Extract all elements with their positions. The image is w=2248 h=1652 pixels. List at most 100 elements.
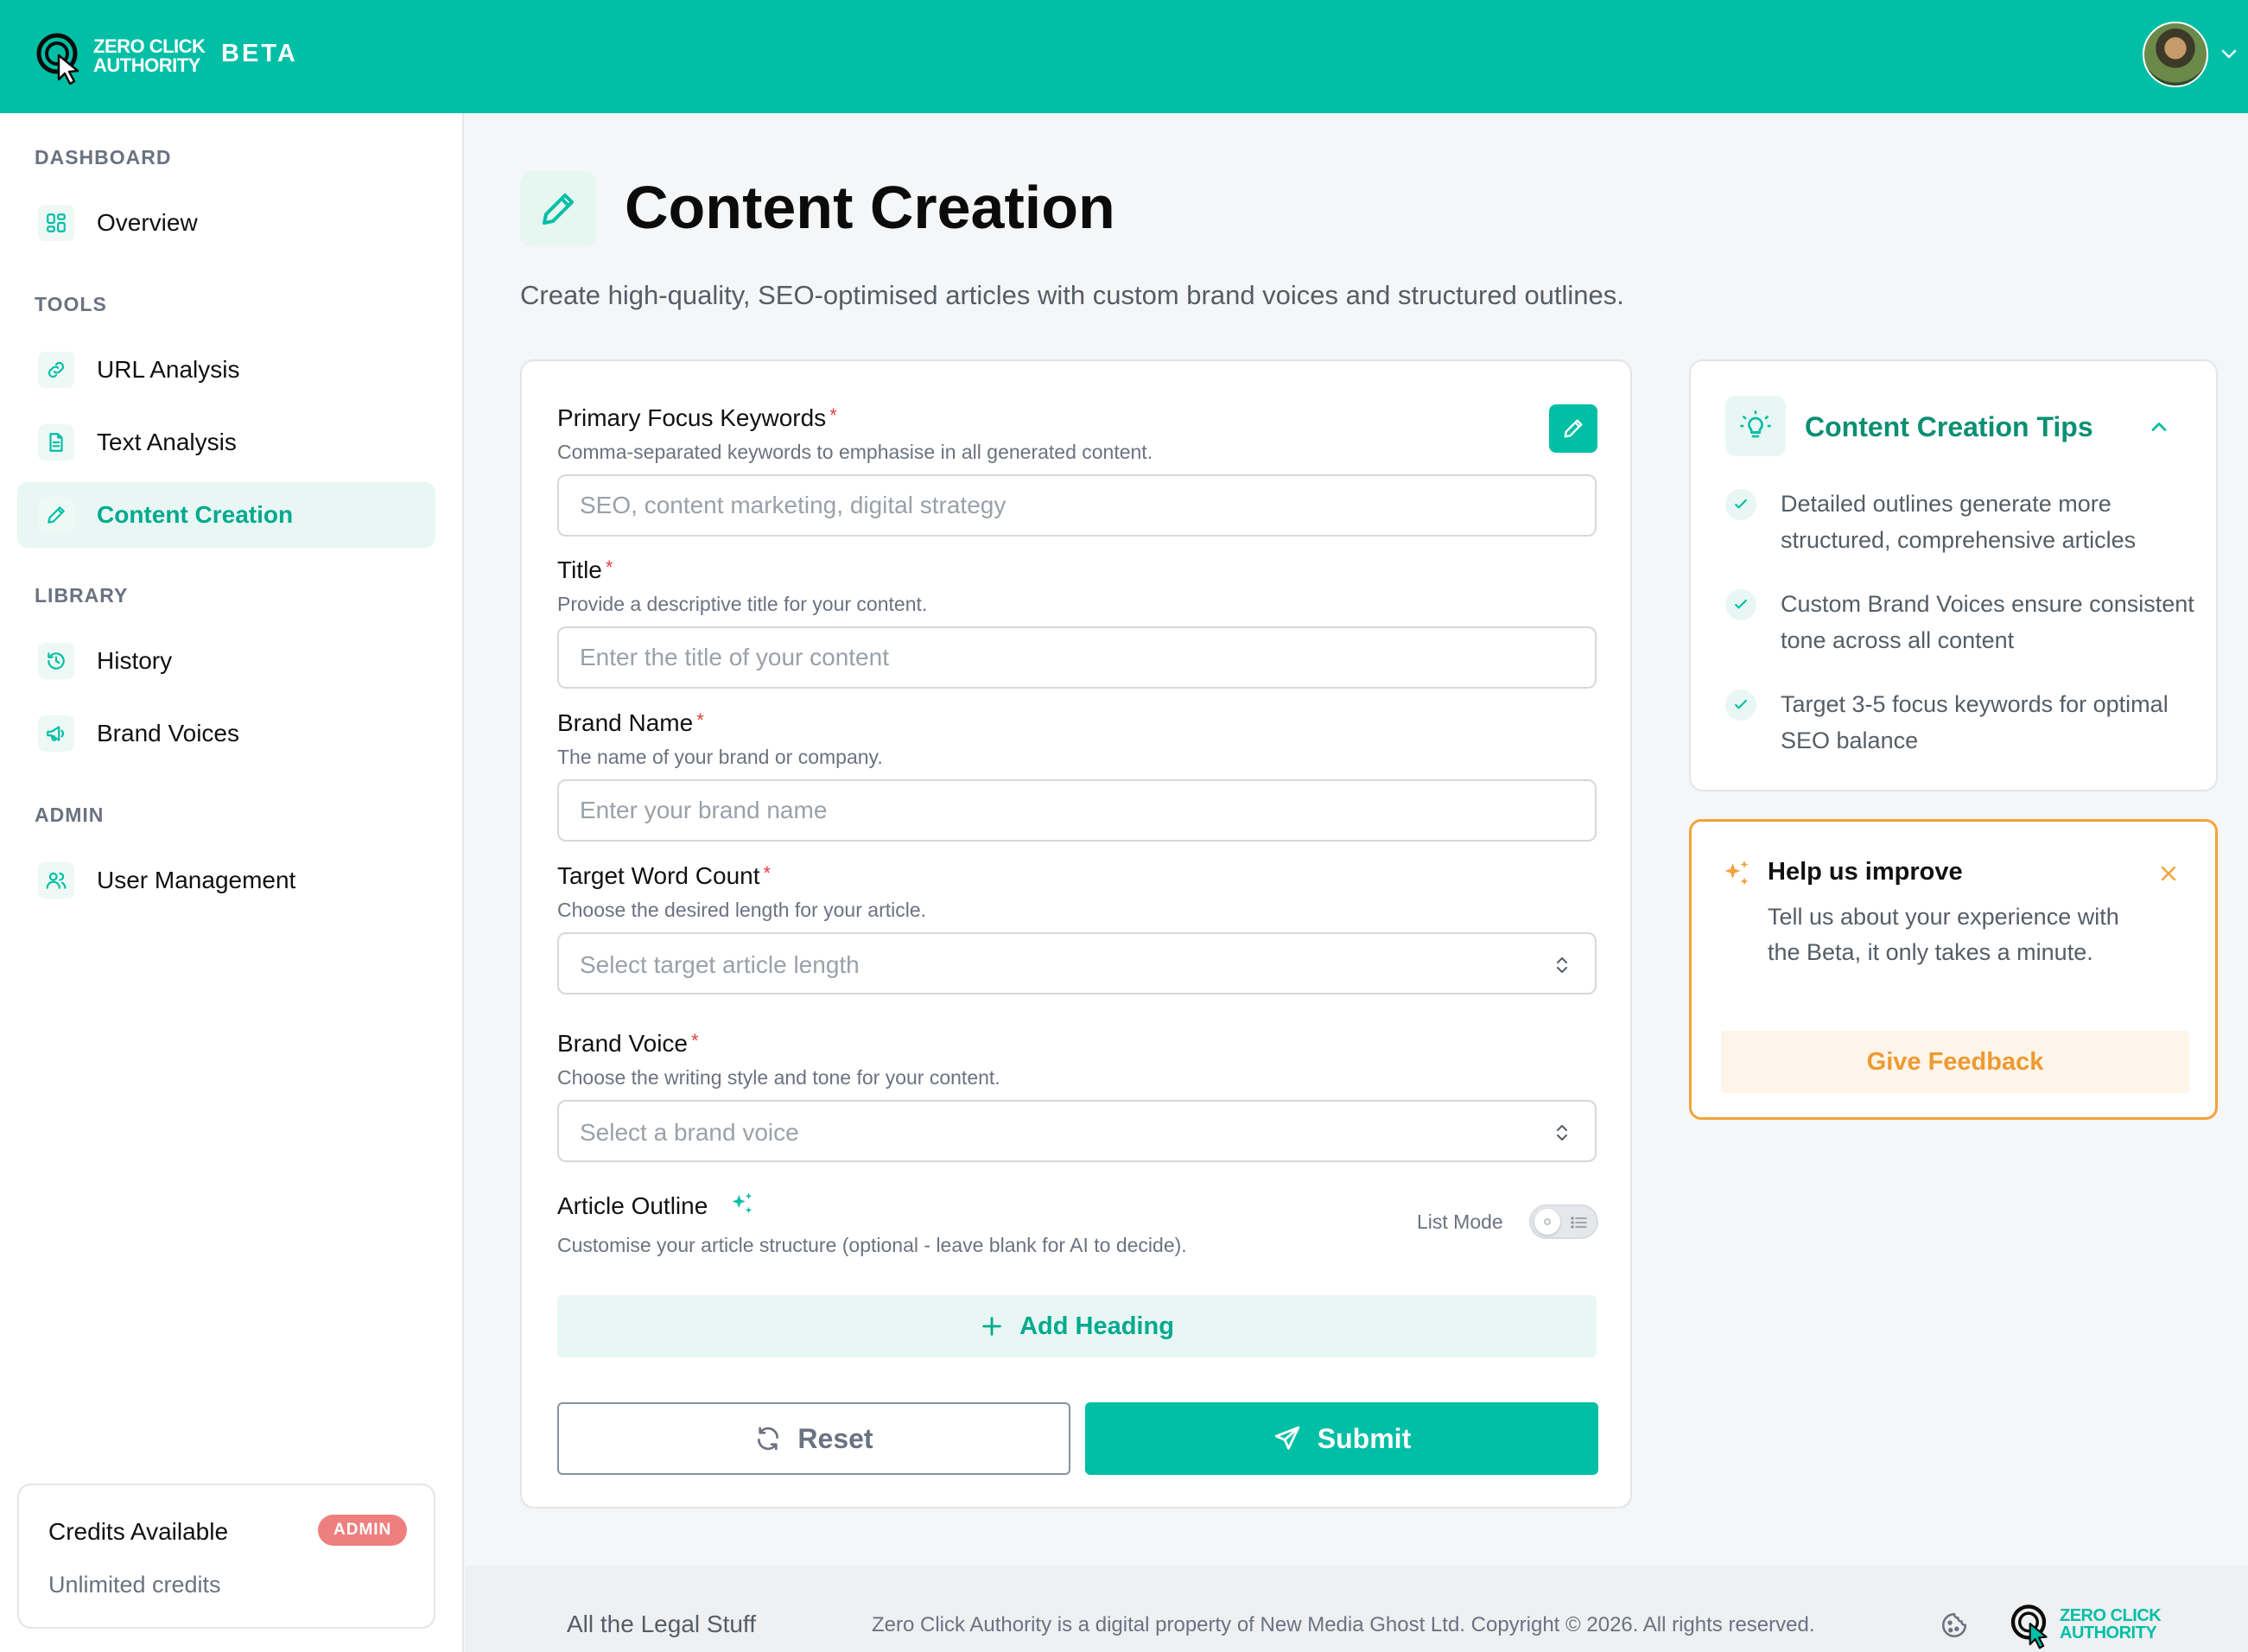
chevron-up-icon[interactable] bbox=[2147, 415, 2171, 439]
sparkle-icon bbox=[732, 1192, 753, 1214]
footer-logo-wordmark: ZERO CLICK AUTHORITY bbox=[2060, 1606, 2162, 1642]
brand-name-label-text: Brand Name bbox=[557, 709, 694, 736]
link-icon bbox=[38, 352, 74, 388]
section-label-tools: TOOLS bbox=[35, 293, 107, 315]
brand-voice-placeholder: Select a brand voice bbox=[580, 1119, 799, 1146]
word-count-help: Choose the desired length for your artic… bbox=[557, 899, 927, 921]
sidebar-item-label: URL Analysis bbox=[97, 356, 240, 383]
check-icon bbox=[1725, 489, 1756, 520]
tip-text: Custom Brand Voices ensure consistent to… bbox=[1781, 591, 2194, 653]
sidebar-item-content-creation[interactable]: Content Creation bbox=[17, 482, 435, 548]
list-mode-label: List Mode bbox=[1417, 1210, 1503, 1233]
brand-name-label: Brand Name * bbox=[557, 709, 704, 737]
word-count-placeholder: Select target article length bbox=[580, 951, 860, 978]
section-label-library: LIBRARY bbox=[35, 584, 129, 607]
brand-voice-label-text: Brand Voice bbox=[557, 1030, 688, 1057]
list-mode-toggle[interactable] bbox=[1529, 1204, 1598, 1239]
check-icon bbox=[1725, 689, 1756, 721]
brand-voice-select[interactable]: Select a brand voice bbox=[557, 1100, 1597, 1162]
logo-line-2: AUTHORITY bbox=[93, 54, 200, 76]
sidebar-item-history[interactable]: History bbox=[17, 628, 435, 694]
keywords-input[interactable] bbox=[557, 474, 1597, 537]
tips-card: Content Creation Tips Detailed outlines … bbox=[1689, 359, 2218, 791]
sidebar-item-label: History bbox=[97, 647, 173, 674]
give-feedback-button[interactable]: Give Feedback bbox=[1721, 1031, 2189, 1093]
word-count-label: Target Word Count * bbox=[557, 862, 771, 890]
title-help: Provide a descriptive title for your con… bbox=[557, 593, 928, 615]
sidebar-item-label: Brand Voices bbox=[97, 720, 239, 747]
tip-text: Detailed outlines generate more structur… bbox=[1781, 491, 2137, 553]
brand-name-help: The name of your brand or company. bbox=[557, 746, 883, 768]
user-avatar[interactable] bbox=[2143, 22, 2208, 87]
reset-button[interactable]: Reset bbox=[557, 1402, 1070, 1475]
edit-keywords-button[interactable] bbox=[1549, 404, 1597, 453]
pencil-icon bbox=[38, 497, 74, 533]
history-icon bbox=[38, 643, 74, 679]
sidebar-item-label: Overview bbox=[97, 209, 198, 236]
megaphone-icon bbox=[38, 715, 74, 752]
keywords-label: Primary Focus Keywords * bbox=[557, 404, 837, 432]
section-label-admin: ADMIN bbox=[35, 804, 105, 826]
document-icon bbox=[38, 424, 74, 461]
keywords-label-text: Primary Focus Keywords bbox=[557, 404, 827, 431]
required-marker: * bbox=[605, 556, 613, 578]
legal-link[interactable]: All the Legal Stuff bbox=[567, 1611, 756, 1638]
sidebar-item-user-management[interactable]: User Management bbox=[17, 848, 435, 913]
title-label-text: Title bbox=[557, 556, 602, 583]
app-logo[interactable]: ZERO CLICK AUTHORITY bbox=[33, 26, 206, 86]
add-heading-label: Add Heading bbox=[1019, 1312, 1174, 1340]
grid-icon bbox=[38, 205, 74, 241]
top-header: ZERO CLICK AUTHORITY BETA bbox=[0, 0, 2248, 113]
word-count-label-text: Target Word Count bbox=[557, 862, 760, 889]
beta-label: BETA bbox=[221, 40, 298, 67]
tip-text: Target 3-5 focus keywords for optimal SE… bbox=[1781, 691, 2169, 753]
feedback-title: Help us improve bbox=[1768, 858, 1963, 886]
sparkle-icon bbox=[1724, 861, 1749, 886]
check-icon bbox=[1725, 589, 1756, 620]
copyright-text: Zero Click Authority is a digital proper… bbox=[872, 1613, 1815, 1636]
outline-help: Customise your article structure (option… bbox=[557, 1234, 1187, 1256]
sidebar-item-label: User Management bbox=[97, 867, 296, 893]
credits-value: Unlimited credits bbox=[48, 1572, 221, 1598]
submit-label: Submit bbox=[1317, 1422, 1412, 1454]
chevron-down-icon[interactable] bbox=[2219, 43, 2239, 64]
toggle-knob bbox=[1534, 1209, 1560, 1235]
required-marker: * bbox=[763, 862, 772, 884]
add-heading-button[interactable]: Add Heading bbox=[557, 1295, 1597, 1357]
feedback-card: Help us improve Tell us about your exper… bbox=[1689, 819, 2218, 1120]
keywords-help: Comma-separated keywords to emphasise in… bbox=[557, 441, 1153, 463]
footer-logo-line-1: ZERO CLICK bbox=[2060, 1606, 2162, 1625]
page-subtitle: Create high-quality, SEO-optimised artic… bbox=[520, 280, 1624, 310]
title-input[interactable] bbox=[557, 626, 1597, 689]
section-label-dashboard: DASHBOARD bbox=[35, 146, 172, 168]
select-chevron-icon bbox=[1557, 957, 1567, 973]
credits-panel: Credits Available ADMIN Unlimited credit… bbox=[17, 1484, 435, 1629]
word-count-select[interactable]: Select target article length bbox=[557, 932, 1597, 994]
sidebar-item-label: Content Creation bbox=[97, 501, 294, 528]
brand-voice-help: Choose the writing style and tone for yo… bbox=[557, 1066, 1000, 1089]
sidebar-item-overview[interactable]: Overview bbox=[17, 190, 435, 256]
content-creation-form: Primary Focus Keywords * Comma-separated … bbox=[520, 359, 1632, 1509]
sidebar-item-brand-voices[interactable]: Brand Voices bbox=[17, 701, 435, 766]
logo-line-1: ZERO CLICK bbox=[93, 35, 206, 57]
sidebar: DASHBOARD Overview TOOLS URL Analysis Te… bbox=[0, 113, 464, 1652]
logo-cursor-icon bbox=[33, 26, 93, 86]
lightbulb-icon bbox=[1725, 396, 1786, 456]
cookie-icon[interactable] bbox=[1940, 1611, 1969, 1640]
close-icon[interactable] bbox=[2158, 863, 2179, 884]
sidebar-item-text-analysis[interactable]: Text Analysis bbox=[17, 410, 435, 475]
admin-badge: ADMIN bbox=[318, 1515, 408, 1546]
outline-label: Article Outline bbox=[557, 1192, 708, 1219]
sidebar-item-url-analysis[interactable]: URL Analysis bbox=[17, 337, 435, 403]
logo-wordmark: ZERO CLICK AUTHORITY bbox=[93, 35, 206, 76]
users-icon bbox=[38, 862, 74, 899]
page-title: Content Creation bbox=[625, 174, 1115, 241]
sidebar-item-label: Text Analysis bbox=[97, 429, 237, 455]
submit-button[interactable]: Submit bbox=[1085, 1402, 1598, 1475]
brand-name-input[interactable] bbox=[557, 779, 1597, 842]
brand-voice-label: Brand Voice * bbox=[557, 1030, 699, 1058]
plus-icon bbox=[982, 1317, 1001, 1336]
required-marker: * bbox=[829, 404, 837, 426]
title-label: Title * bbox=[557, 556, 613, 584]
footer-logo[interactable]: ZERO CLICK AUTHORITY bbox=[2008, 1598, 2162, 1650]
